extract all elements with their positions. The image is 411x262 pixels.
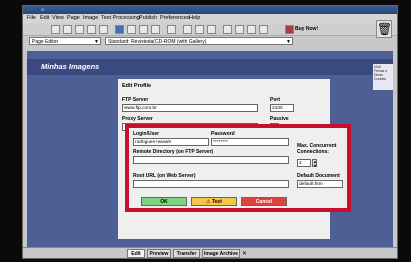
paste-icon[interactable] xyxy=(99,25,108,34)
tab-transfer[interactable]: Transfer xyxy=(173,249,200,258)
login-input[interactable]: rodrigues+www9 xyxy=(133,138,209,146)
default-doc-label: Default Document xyxy=(297,173,340,179)
remote-dir-input[interactable] xyxy=(133,156,289,164)
link-icon[interactable] xyxy=(183,25,192,34)
root-url-input[interactable] xyxy=(133,180,289,188)
chevron-down-icon: ▼ xyxy=(286,39,291,45)
open-icon[interactable] xyxy=(63,25,72,34)
right-nav: Visit Fichas e Dicas Contato xyxy=(373,64,393,90)
buy-icon[interactable] xyxy=(285,25,294,34)
spell-icon[interactable] xyxy=(247,25,256,34)
cancel-button[interactable]: Cancel xyxy=(241,197,287,206)
zoom-icon[interactable] xyxy=(235,25,244,34)
trash-icon[interactable]: 🗑 xyxy=(376,20,392,38)
password-input[interactable]: ******** xyxy=(211,138,289,146)
menu-preferences[interactable]: Preferences xyxy=(160,14,190,23)
format-select[interactable]: Standard: Revisteda(CD-ROM (with Gallery… xyxy=(105,37,293,45)
table-icon[interactable] xyxy=(127,25,136,34)
ftp-server-input[interactable]: www.ftp.com.br xyxy=(122,104,258,112)
tab-preview[interactable]: Preview xyxy=(147,249,171,258)
image-icon[interactable] xyxy=(139,25,148,34)
cut-icon[interactable] xyxy=(75,25,84,34)
new-icon[interactable] xyxy=(51,25,60,34)
chart-icon[interactable] xyxy=(259,25,268,34)
banner-title: Minhas Imagens xyxy=(41,62,100,71)
toolbar: Buy Now! xyxy=(23,23,397,36)
ok-button[interactable]: OK xyxy=(141,197,187,206)
window-title: ■ xyxy=(41,7,45,13)
test-button-label: Test xyxy=(211,199,222,205)
title-bar: ■ xyxy=(23,6,397,14)
max-connections-label: Max. Concurrent Connections: xyxy=(297,143,337,155)
port-input[interactable]: 2100 xyxy=(270,104,294,112)
copy-icon[interactable] xyxy=(87,25,96,34)
default-doc-input[interactable]: default.htm xyxy=(297,180,343,188)
menu-image[interactable]: Image xyxy=(83,14,98,23)
remote-dir-label: Remote Directory (on FTP Server) xyxy=(133,149,214,155)
text-icon[interactable] xyxy=(151,25,160,34)
redo-icon[interactable] xyxy=(207,25,216,34)
menu-help[interactable]: Help xyxy=(189,14,200,23)
find-icon[interactable] xyxy=(223,25,232,34)
undo-icon[interactable] xyxy=(195,25,204,34)
view-tabs: Edit Preview Transfer Image Archive ✕ xyxy=(23,247,397,258)
menu-text-processing[interactable]: Text Processing xyxy=(101,14,140,23)
form-icon[interactable] xyxy=(167,25,176,34)
menu-edit[interactable]: Edit xyxy=(40,14,49,23)
ftp-server-label: FTP Server xyxy=(122,97,149,103)
page-editor-select-label: Page Editor xyxy=(32,39,59,45)
root-url-label: Root URL (on Web Server) xyxy=(133,173,196,179)
format-select-label: Standard: Revisteda(CD-ROM (with Gallery… xyxy=(108,39,207,45)
profile-heading: Edit Profile xyxy=(122,83,152,89)
menu-view[interactable]: View xyxy=(52,14,64,23)
app-window: ■ File Edit View Page Image Text Process… xyxy=(22,5,398,259)
page-editor-select[interactable]: Page Editor ▼ xyxy=(29,37,101,45)
chevron-down-icon: ▼ xyxy=(94,39,99,45)
menu-bar: File Edit View Page Image Text Processin… xyxy=(23,14,397,23)
page-icon[interactable] xyxy=(115,25,124,34)
port-label: Port xyxy=(270,97,280,103)
menu-publish[interactable]: Publish xyxy=(139,14,157,23)
tab-edit[interactable]: Edit xyxy=(127,249,145,258)
spinner-arrows-icon[interactable]: ▲ ▼ xyxy=(312,159,317,168)
menu-file[interactable]: File xyxy=(27,14,36,23)
login-label: Login/User xyxy=(133,131,160,137)
max-connections-input[interactable]: 2 xyxy=(297,159,311,167)
menu-page[interactable]: Page xyxy=(67,14,80,23)
password-label: Password xyxy=(211,131,235,137)
proxy-server-label: Proxy Server xyxy=(122,116,153,122)
close-icon[interactable]: ✕ xyxy=(242,250,247,257)
nav-item[interactable]: Contato xyxy=(374,77,392,81)
buy-now-label[interactable]: Buy Now! xyxy=(295,25,318,33)
test-button[interactable]: ⚠ Test xyxy=(191,197,237,206)
tab-image-archive[interactable]: Image Archive xyxy=(202,249,240,258)
passive-label: Passive xyxy=(270,116,289,122)
